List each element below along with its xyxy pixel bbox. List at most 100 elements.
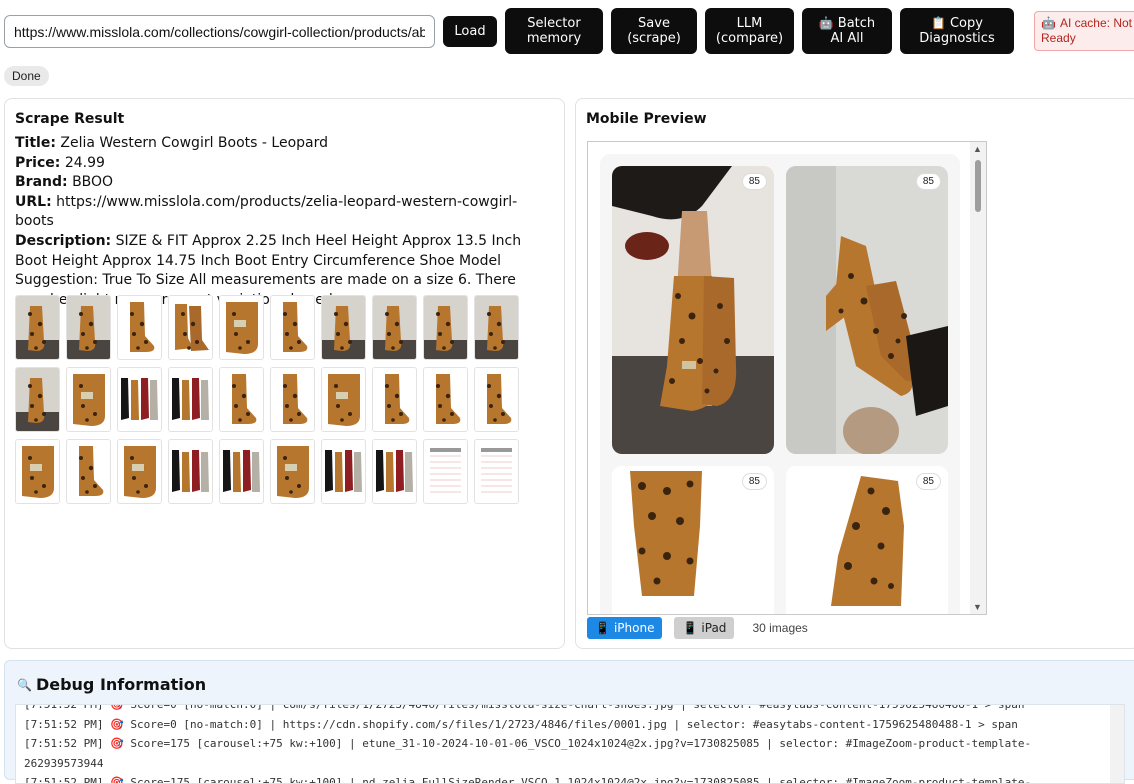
product-thumbnail[interactable]	[117, 367, 162, 432]
thumbnail-grid	[15, 295, 555, 511]
product-thumbnail[interactable]	[15, 367, 60, 432]
product-thumbnail[interactable]	[219, 367, 264, 432]
preview-card[interactable]: 85	[612, 166, 774, 454]
load-button[interactable]: Load	[443, 16, 497, 47]
scroll-thumb[interactable]	[975, 160, 981, 212]
batch-label-row-1: 🤖 Batch	[819, 16, 875, 31]
debug-scrollbar[interactable]	[1110, 705, 1124, 783]
debug-title: 🔍 Debug Information	[17, 675, 206, 694]
product-thumbnail[interactable]	[270, 367, 315, 432]
score-badge: 85	[916, 474, 940, 489]
url-label: URL:	[15, 193, 52, 210]
brand-row: Brand: BBOO	[15, 173, 550, 193]
thumbnail-image	[118, 368, 161, 431]
thumbnail-image	[373, 440, 416, 503]
product-thumbnail[interactable]	[66, 295, 111, 360]
phone-screen: 85 85 85 85	[600, 154, 960, 614]
selector-label-1: Selector	[527, 16, 581, 31]
brand-value: BBOO	[72, 174, 114, 191]
thumbnail-image	[424, 368, 467, 431]
copy-diagnostics-button[interactable]: 📋 Copy Diagnostics	[900, 8, 1014, 54]
lifestyle-photo	[786, 166, 948, 454]
thumbnail-image	[16, 440, 59, 503]
iphone-button[interactable]: 📱 iPhone	[587, 617, 663, 639]
thumbnail-image	[220, 296, 263, 359]
product-thumbnail[interactable]	[270, 439, 315, 504]
product-thumbnail[interactable]	[117, 439, 162, 504]
copy-label-row-1: 📋 Copy	[931, 16, 983, 31]
thumbnail-image	[169, 440, 212, 503]
llm-compare-button[interactable]: LLM (compare)	[705, 8, 794, 54]
product-thumbnail[interactable]	[15, 439, 60, 504]
scroll-down-icon[interactable]: ▼	[973, 602, 982, 612]
thumbnail-image	[475, 296, 518, 359]
thumbnail-image	[271, 296, 314, 359]
thumbnail-image	[169, 368, 212, 431]
thumbnail-image	[16, 296, 59, 359]
thumbnail-image	[373, 368, 416, 431]
iphone-label: iPhone	[613, 621, 655, 635]
status-badge: Done	[4, 66, 49, 86]
save-scrape-button[interactable]: Save (scrape)	[611, 8, 697, 54]
product-thumbnail[interactable]	[372, 367, 417, 432]
thumbnail-image	[67, 440, 110, 503]
price-label: Price:	[15, 154, 61, 171]
thumbnail-image	[67, 368, 110, 431]
product-thumbnail[interactable]	[168, 295, 213, 360]
product-thumbnail[interactable]	[117, 295, 162, 360]
product-thumbnail[interactable]	[474, 295, 519, 360]
thumbnail-image	[322, 296, 365, 359]
product-thumbnail[interactable]	[168, 439, 213, 504]
product-thumbnail[interactable]	[474, 367, 519, 432]
log-line: 262939573944	[24, 756, 104, 770]
url-input[interactable]	[4, 15, 435, 48]
save-label-1: Save	[638, 16, 670, 31]
product-thumbnail[interactable]	[423, 439, 468, 504]
product-thumbnail[interactable]	[423, 295, 468, 360]
selector-memory-button[interactable]: Selector memory	[505, 8, 603, 54]
scroll-up-icon[interactable]: ▲	[973, 144, 982, 154]
product-thumbnail[interactable]	[66, 439, 111, 504]
score-badge: 85	[916, 174, 940, 189]
thumbnail-image	[424, 440, 467, 503]
product-thumbnail[interactable]	[219, 439, 264, 504]
preview-card[interactable]: 85	[612, 466, 774, 614]
product-thumbnail[interactable]	[321, 439, 366, 504]
selector-label-2: memory	[526, 31, 582, 46]
image-count: 30 images	[752, 621, 808, 635]
product-thumbnail[interactable]	[219, 295, 264, 360]
thumbnail-image	[169, 296, 212, 359]
debug-log[interactable]: [7:51:52 PM] 🎯 Score=0 [no-match:0] | co…	[15, 704, 1125, 784]
product-thumbnail[interactable]	[372, 295, 417, 360]
url-row: URL: https://www.misslola.com/products/z…	[15, 193, 550, 232]
product-thumbnail[interactable]	[321, 295, 366, 360]
scrape-result-title: Scrape Result	[15, 111, 125, 127]
batch-ai-all-button[interactable]: 🤖 Batch AI All	[802, 8, 892, 54]
ipad-button[interactable]: 📱 iPad	[674, 617, 735, 639]
product-thumbnail[interactable]	[474, 439, 519, 504]
thumbnail-image	[220, 368, 263, 431]
thumbnail-image	[271, 368, 314, 431]
title-label: Title:	[15, 135, 56, 151]
product-thumbnail[interactable]	[372, 439, 417, 504]
copy-label-2: Diagnostics	[919, 31, 995, 46]
title-value: Zelia Western Cowgirl Boots - Leopard	[60, 135, 328, 151]
product-thumbnail[interactable]	[15, 295, 60, 360]
log-line: [7:51:52 PM] 🎯 Score=175 [carousel:+75 k…	[24, 737, 1032, 750]
product-thumbnail[interactable]	[321, 367, 366, 432]
save-label-2: (scrape)	[627, 31, 681, 46]
preview-scrollbar[interactable]: ▲ ▼	[970, 142, 986, 614]
ai-cache-status: 🤖 AI cache: Not Ready	[1034, 11, 1134, 51]
preview-card[interactable]: 85	[786, 166, 948, 454]
product-thumbnail[interactable]	[66, 367, 111, 432]
thumbnail-image	[220, 440, 263, 503]
thumbnail-image	[67, 296, 110, 359]
title-row: Title: Zelia Western Cowgirl Boots - Leo…	[15, 134, 550, 154]
product-thumbnail[interactable]	[168, 367, 213, 432]
phone-frame[interactable]: 85 85 85 85 ▲ ▼	[587, 141, 987, 615]
debug-title-text: Debug Information	[35, 675, 207, 694]
ipad-label: iPad	[701, 621, 727, 635]
product-thumbnail[interactable]	[423, 367, 468, 432]
product-thumbnail[interactable]	[270, 295, 315, 360]
preview-card[interactable]: 85	[786, 466, 948, 614]
